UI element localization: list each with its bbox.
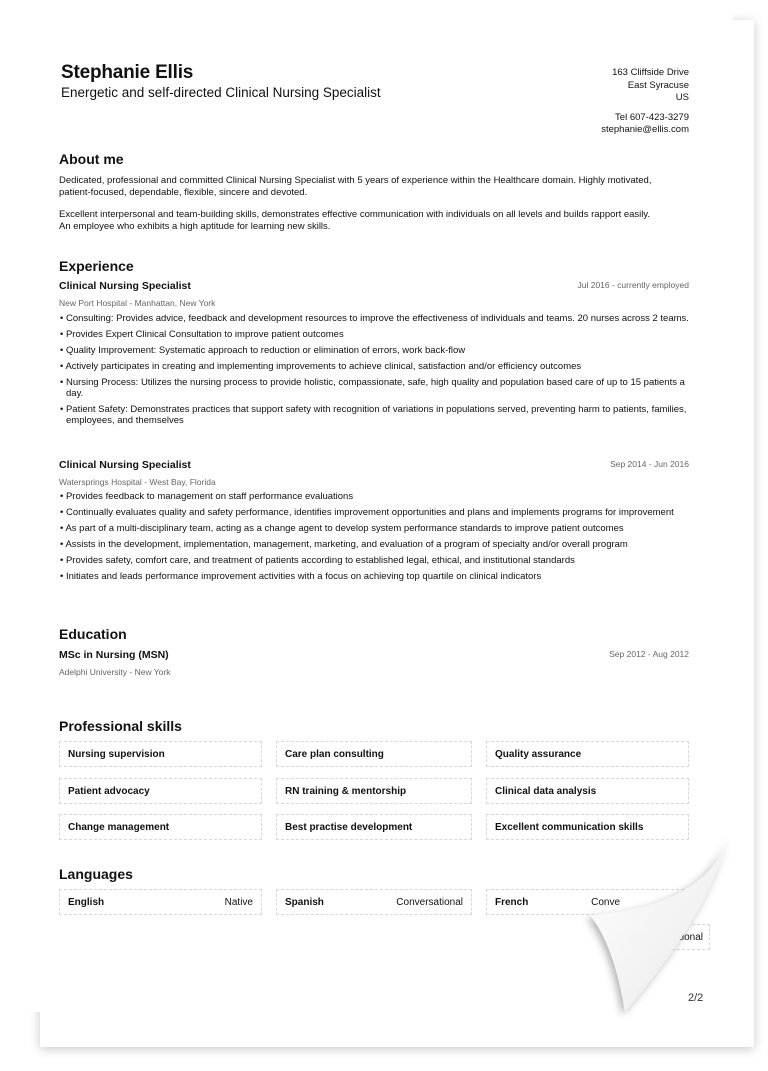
candidate-tagline: Energetic and self-directed Clinical Nur…	[61, 85, 381, 100]
list-item: Provides Expert Clinical Consultation to…	[59, 329, 694, 340]
phone: Tel 607-423-3279	[615, 111, 689, 123]
address-city: East Syracuse	[627, 79, 689, 91]
job-org: New Port Hospital - Manhattan, New York	[59, 298, 216, 308]
section-title-skills: Professional skills	[59, 718, 182, 734]
contact-block: 163 Cliffside Drive East Syracuse US Tel…	[601, 67, 689, 137]
language-box: Spanish Conversational	[276, 889, 472, 915]
about-paragraph: Excellent interpersonal and team-buildin…	[59, 209, 651, 232]
skill-label: Clinical data analysis	[495, 785, 597, 797]
section-title-experience: Experience	[59, 258, 134, 274]
language-box: English Native	[59, 889, 262, 915]
section-title-education: Education	[59, 626, 127, 642]
job-org: Watersprings Hospital - West Bay, Florid…	[59, 477, 216, 487]
job-bullets: Consulting: Provides advice, feedback an…	[59, 313, 694, 431]
page-curl-icon	[590, 825, 733, 1012]
language-level: Conversational	[396, 896, 463, 908]
section-title-about: About me	[59, 151, 124, 167]
list-item: As part of a multi-disciplinary team, ac…	[59, 523, 694, 534]
skill-box: Care plan consulting	[276, 741, 472, 767]
address-street: 163 Cliffside Drive	[612, 67, 689, 78]
skill-label: RN training & mentorship	[285, 785, 407, 797]
skill-box: RN training & mentorship	[276, 778, 472, 804]
list-item: Actively participates in creating and im…	[59, 361, 694, 372]
list-item: Provides safety, comfort care, and treat…	[59, 555, 694, 566]
list-item: Assists in the development, implementati…	[59, 539, 694, 550]
skill-box: Best practise development	[276, 814, 472, 840]
list-item: Consulting: Provides advice, feedback an…	[59, 313, 694, 324]
job-date: Sep 2014 - Jun 2016	[610, 459, 689, 469]
skill-label: Nursing supervision	[68, 748, 165, 760]
skill-label: Best practise development	[285, 821, 413, 833]
skill-label: Care plan consulting	[285, 748, 384, 760]
address-country: US	[675, 92, 689, 103]
candidate-name: Stephanie Ellis	[61, 62, 194, 83]
about-paragraph: Dedicated, professional and committed Cl…	[59, 175, 652, 198]
skill-box: Quality assurance	[486, 741, 689, 767]
list-item: Continually evaluates quality and safety…	[59, 507, 694, 518]
language-name: Spanish	[285, 896, 324, 908]
list-item: Quality Improvement: Systematic approach…	[59, 345, 694, 356]
skill-label: Change management	[68, 821, 170, 833]
skill-label: Patient advocacy	[68, 785, 150, 797]
language-level: Native	[224, 896, 253, 908]
email: stephanie@ellis.com	[601, 124, 689, 135]
skill-box: Change management	[59, 814, 262, 840]
skill-label: Quality assurance	[495, 748, 582, 760]
list-item: Initiates and leads performance improvem…	[59, 571, 694, 582]
list-item: Nursing Process: Utilizes the nursing pr…	[59, 377, 694, 399]
job-title: Clinical Nursing Specialist	[59, 459, 191, 471]
skill-box: Clinical data analysis	[486, 778, 689, 804]
education-date: Sep 2012 - Aug 2012	[609, 649, 689, 659]
job-title: Clinical Nursing Specialist	[59, 280, 191, 292]
education-org: Adelphi University - New York	[59, 667, 171, 677]
language-name: English	[68, 896, 105, 908]
skill-box: Nursing supervision	[59, 741, 262, 767]
list-item: Patient Safety: Demonstrates practices t…	[59, 404, 694, 426]
job-bullets: Provides feedback to management on staff…	[59, 491, 694, 587]
degree: MSc in Nursing (MSN)	[59, 649, 169, 661]
section-title-languages: Languages	[59, 866, 133, 882]
skill-box: Patient advocacy	[59, 778, 262, 804]
list-item: Provides feedback to management on staff…	[59, 491, 694, 502]
language-name: French	[495, 896, 529, 908]
job-date: Jul 2016 - currently employed	[577, 280, 689, 290]
